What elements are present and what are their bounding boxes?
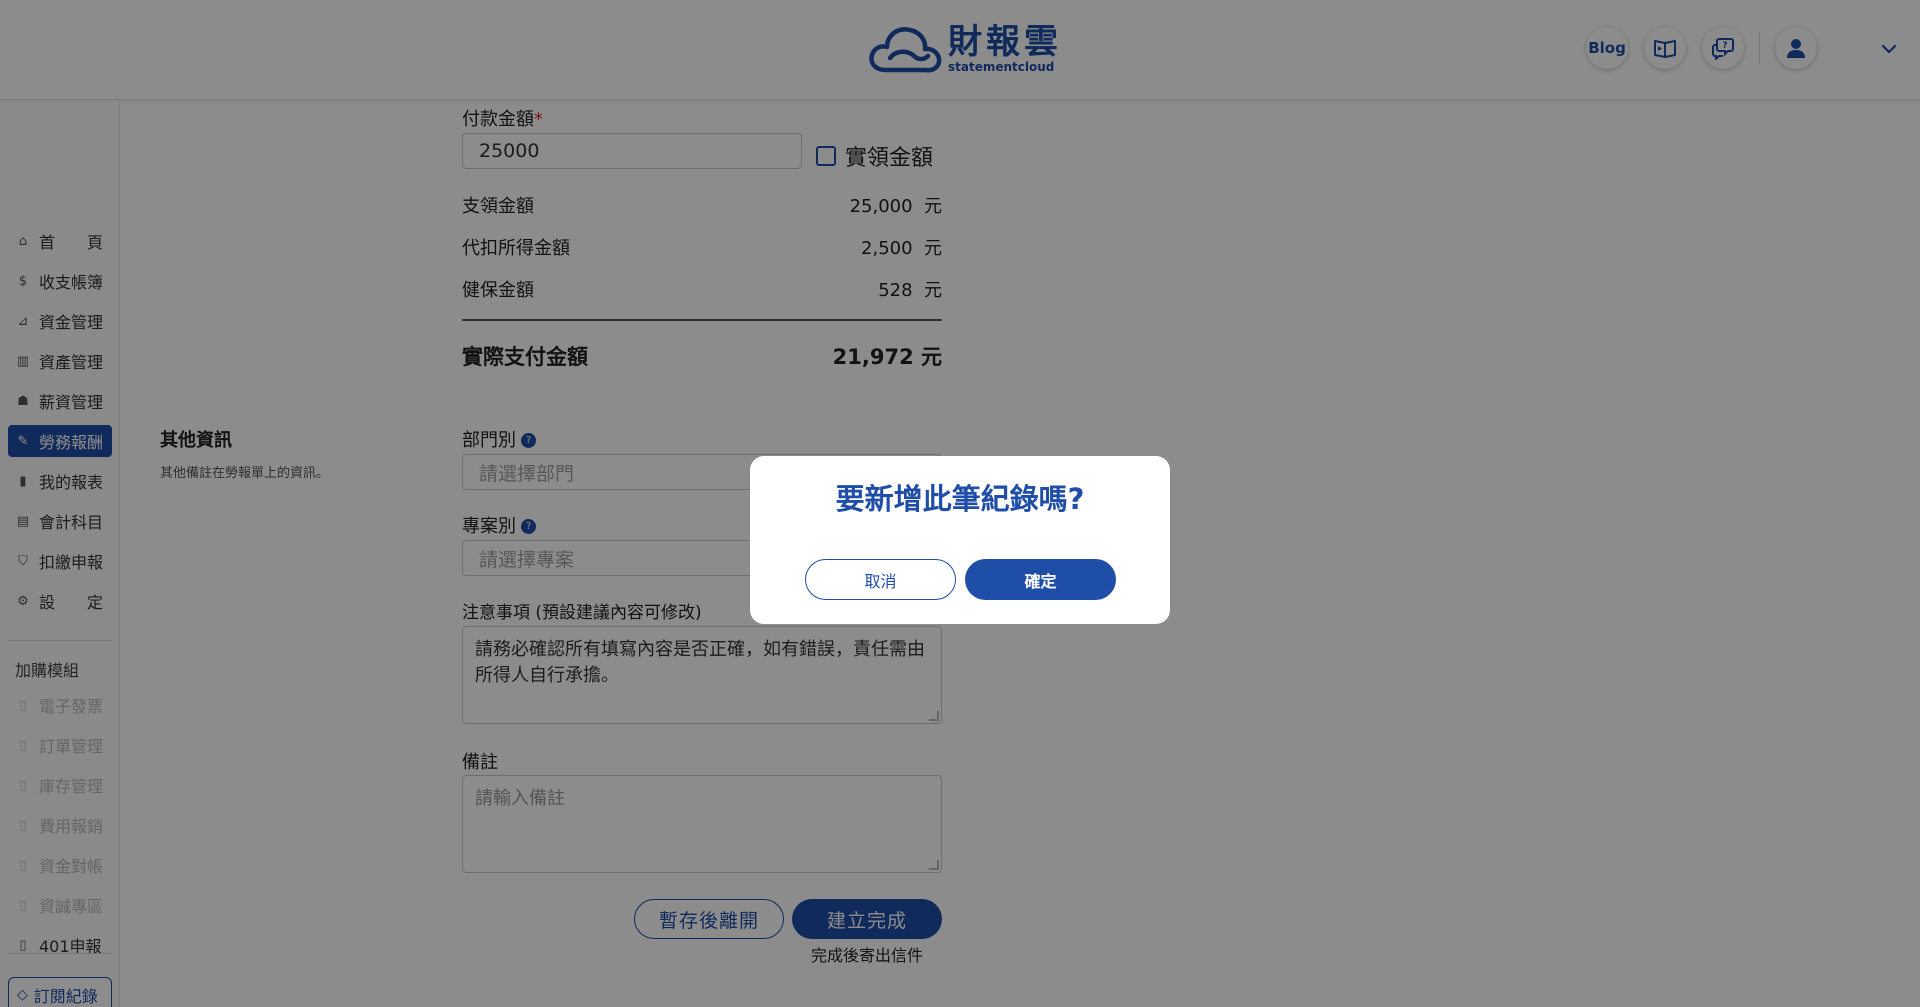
confirm-dialog: 要新增此筆紀錄嗎? 取消 確定 bbox=[750, 456, 1170, 624]
confirm-button[interactable]: 確定 bbox=[965, 559, 1116, 600]
cancel-button[interactable]: 取消 bbox=[805, 559, 956, 600]
dialog-title: 要新增此筆紀錄嗎? bbox=[835, 482, 1085, 516]
